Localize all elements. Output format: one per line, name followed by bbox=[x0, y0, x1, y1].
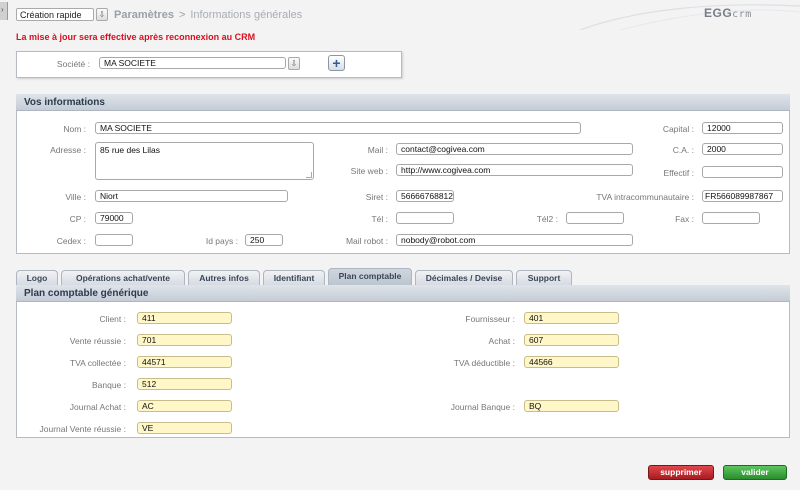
effectif-label: Effectif : bbox=[663, 168, 694, 178]
ca-label: C.A. : bbox=[672, 145, 694, 155]
idpays-label: Id pays : bbox=[205, 236, 238, 246]
header-swoosh-decoration bbox=[580, 4, 800, 30]
cp-label: CP : bbox=[69, 214, 86, 224]
client-field[interactable]: 411 bbox=[137, 312, 232, 324]
tel2-label: Tél2 : bbox=[536, 214, 558, 224]
tab-support[interactable]: Support bbox=[516, 270, 572, 285]
tab-logo[interactable]: Logo bbox=[16, 270, 58, 285]
breadcrumb-separator: > bbox=[178, 9, 186, 21]
fournisseur-label: Fournisseur : bbox=[465, 314, 515, 324]
reconnect-warning: La mise à jour sera effective après reco… bbox=[16, 32, 256, 42]
add-societe-button[interactable]: + bbox=[328, 55, 345, 71]
tab-operations-achat-vente[interactable]: Opérations achat/vente bbox=[61, 270, 185, 285]
idpays-field[interactable]: 250 bbox=[245, 234, 283, 246]
tva-deductible-label: TVA déductible : bbox=[453, 358, 515, 368]
siret-label: Siret : bbox=[365, 192, 388, 202]
vos-informations-title: Vos informations bbox=[16, 94, 790, 111]
cedex-field[interactable] bbox=[95, 234, 133, 246]
ville-label: Ville : bbox=[65, 192, 86, 202]
quick-create-dropdown-button[interactable]: ⇩ bbox=[96, 8, 108, 21]
vente-reussie-field[interactable]: 701 bbox=[137, 334, 232, 346]
tel-label: Tél : bbox=[371, 214, 388, 224]
breadcrumb-current: Informations générales bbox=[190, 9, 303, 21]
app-logo: EGGcrm bbox=[704, 6, 752, 20]
arrow-down-icon: ⇩ bbox=[290, 59, 298, 68]
quick-create-select[interactable]: Création rapide bbox=[16, 8, 94, 21]
tab-decimales-devise[interactable]: Décimales / Devise bbox=[415, 270, 513, 285]
fax-label: Fax : bbox=[675, 214, 694, 224]
tva-collectee-field[interactable]: 44571 bbox=[137, 356, 232, 368]
effectif-field[interactable] bbox=[702, 166, 783, 178]
societe-label: Société : bbox=[56, 59, 90, 69]
site-web-field[interactable]: http://www.cogivea.com bbox=[396, 164, 633, 176]
tab-autres-infos[interactable]: Autres infos bbox=[188, 270, 260, 285]
arrow-down-icon: ⇩ bbox=[98, 10, 106, 19]
ville-field[interactable]: Niort bbox=[95, 190, 288, 202]
plus-icon: + bbox=[332, 55, 341, 71]
nom-field[interactable]: MA SOCIETE bbox=[95, 122, 581, 134]
ca-field[interactable]: 2000 bbox=[702, 143, 783, 155]
fournisseur-field[interactable]: 401 bbox=[524, 312, 619, 324]
capital-label: Capital : bbox=[662, 124, 694, 134]
adresse-textarea[interactable]: 85 rue des Lilas bbox=[95, 142, 314, 180]
cedex-label: Cedex : bbox=[56, 236, 86, 246]
mail-robot-label: Mail robot : bbox=[345, 236, 388, 246]
mail-field[interactable]: contact@cogivea.com bbox=[396, 143, 633, 155]
tva-collectee-label: TVA collectée : bbox=[69, 358, 126, 368]
cp-field[interactable]: 79000 bbox=[95, 212, 133, 224]
journal-vente-reussie-field[interactable]: VE bbox=[137, 422, 232, 434]
nom-label: Nom : bbox=[63, 124, 86, 134]
journal-banque-field[interactable]: BQ bbox=[524, 400, 619, 412]
breadcrumb-section[interactable]: Paramètres bbox=[114, 9, 174, 21]
tva-intra-field[interactable]: FR566089987867 bbox=[702, 190, 783, 202]
societe-select[interactable]: MA SOCIETE bbox=[99, 57, 286, 69]
siret-field[interactable]: 56666768812 bbox=[396, 190, 454, 202]
banque-label: Banque : bbox=[91, 380, 126, 390]
fax-field[interactable] bbox=[702, 212, 760, 224]
adresse-value: 85 rue des Lilas bbox=[100, 145, 161, 155]
societe-dropdown-button[interactable]: ⇩ bbox=[288, 57, 300, 70]
adresse-label: Adresse : bbox=[50, 145, 86, 155]
plan-comptable-title: Plan comptable générique bbox=[16, 285, 790, 302]
client-label: Client : bbox=[99, 314, 126, 324]
journal-achat-label: Journal Achat : bbox=[69, 402, 126, 412]
tva-deductible-field[interactable]: 44566 bbox=[524, 356, 619, 368]
achat-label: Achat : bbox=[488, 336, 515, 346]
tva-intra-label: TVA intracommunautaire : bbox=[596, 192, 694, 202]
mail-robot-field[interactable]: nobody@robot.com bbox=[396, 234, 633, 246]
breadcrumb: Paramètres > Informations générales bbox=[114, 9, 302, 21]
validate-button[interactable]: valider bbox=[723, 465, 787, 480]
journal-achat-field[interactable]: AC bbox=[137, 400, 232, 412]
capital-field[interactable]: 12000 bbox=[702, 122, 783, 134]
achat-field[interactable]: 607 bbox=[524, 334, 619, 346]
chevron-right-icon: › bbox=[1, 5, 4, 14]
vente-reussie-label: Vente réussie : bbox=[69, 336, 126, 346]
journal-banque-label: Journal Banque : bbox=[450, 402, 515, 412]
delete-button[interactable]: supprimer bbox=[648, 465, 714, 480]
site-web-label: Site web : bbox=[350, 166, 388, 176]
mail-label: Mail : bbox=[367, 145, 388, 155]
sidebar-toggle[interactable]: › bbox=[0, 2, 8, 20]
tab-identifiant[interactable]: Identifiant bbox=[263, 270, 325, 285]
journal-vente-reussie-label: Journal Vente réussie : bbox=[39, 424, 126, 434]
banque-field[interactable]: 512 bbox=[137, 378, 232, 390]
tel-field[interactable] bbox=[396, 212, 454, 224]
tab-plan-comptable[interactable]: Plan comptable bbox=[328, 268, 412, 285]
